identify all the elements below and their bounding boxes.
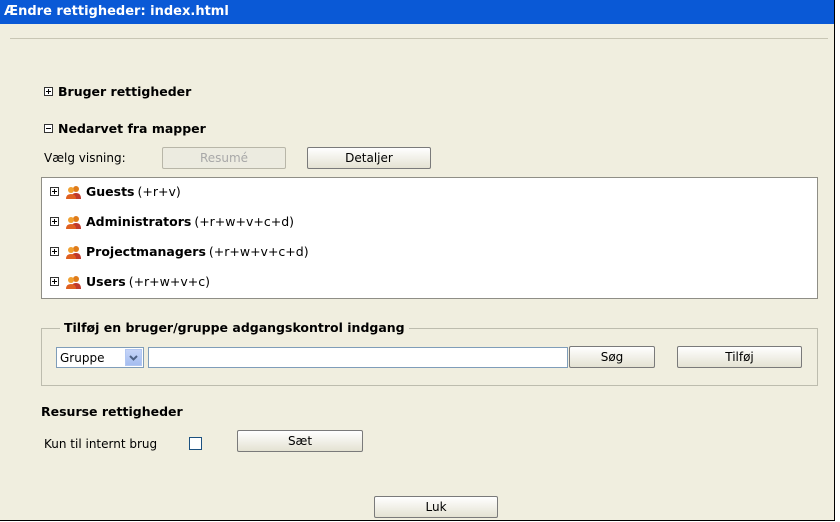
expand-icon[interactable] (50, 277, 59, 286)
expand-icon[interactable] (50, 187, 59, 196)
chevron-down-icon[interactable] (125, 349, 142, 366)
add-button[interactable]: Tilføj (677, 346, 802, 368)
group-icon (66, 185, 81, 199)
summary-view-button[interactable]: Resumé (162, 147, 286, 169)
inherited-section-toggle[interactable]: Nedarvet fra mapper (44, 121, 206, 136)
dialog-title: Ændre rettigheder: index.html (0, 0, 834, 24)
group-name: Users (86, 274, 126, 289)
group-permissions: (+r+w+v+c+d) (208, 244, 309, 259)
group-name: Administrators (86, 214, 192, 229)
group-icon (66, 215, 81, 229)
user-rights-section-toggle[interactable]: Bruger rettigheder (44, 84, 191, 99)
group-icon (66, 245, 81, 259)
resource-rights-heading: Resurse rettigheder (41, 404, 183, 419)
list-item[interactable]: Users (+r+w+v+c) (50, 274, 210, 289)
dialog-window: Ændre rettigheder: index.html Bruger ret… (0, 0, 835, 521)
group-permissions: (+r+w+v+c) (128, 274, 210, 289)
principal-type-select[interactable]: Gruppe (56, 347, 144, 368)
set-button[interactable]: Sæt (237, 430, 363, 452)
inherited-heading: Nedarvet fra mapper (58, 121, 206, 136)
inherited-groups-list: Guests (+r+v) Administrators (+r+w+v+c+d… (41, 177, 818, 299)
list-item[interactable]: Projectmanagers (+r+w+v+c+d) (50, 244, 309, 259)
group-permissions: (+r+w+v+c+d) (194, 214, 295, 229)
group-permissions: (+r+v) (137, 184, 181, 199)
principal-type-value: Gruppe (60, 350, 105, 365)
internal-use-checkbox[interactable] (189, 437, 202, 450)
expand-icon (44, 87, 53, 96)
list-item[interactable]: Guests (+r+v) (50, 184, 181, 199)
list-item[interactable]: Administrators (+r+w+v+c+d) (50, 214, 294, 229)
group-name: Guests (86, 184, 135, 199)
add-entry-legend: Tilføj en bruger/gruppe adgangskontrol i… (60, 320, 409, 335)
principal-search-input[interactable] (148, 347, 568, 368)
close-button[interactable]: Luk (374, 496, 498, 518)
details-view-button[interactable]: Detaljer (307, 147, 431, 169)
expand-icon[interactable] (50, 217, 59, 226)
internal-use-label: Kun til internt brug (44, 437, 158, 451)
collapse-icon (44, 124, 53, 133)
search-button[interactable]: Søg (569, 346, 655, 368)
group-icon (66, 275, 81, 289)
add-entry-fieldset: Tilføj en bruger/gruppe adgangskontrol i… (41, 320, 818, 386)
group-name: Projectmanagers (86, 244, 206, 259)
user-rights-heading: Bruger rettigheder (58, 84, 192, 99)
view-select-label: Vælg visning: (44, 151, 126, 165)
expand-icon[interactable] (50, 247, 59, 256)
